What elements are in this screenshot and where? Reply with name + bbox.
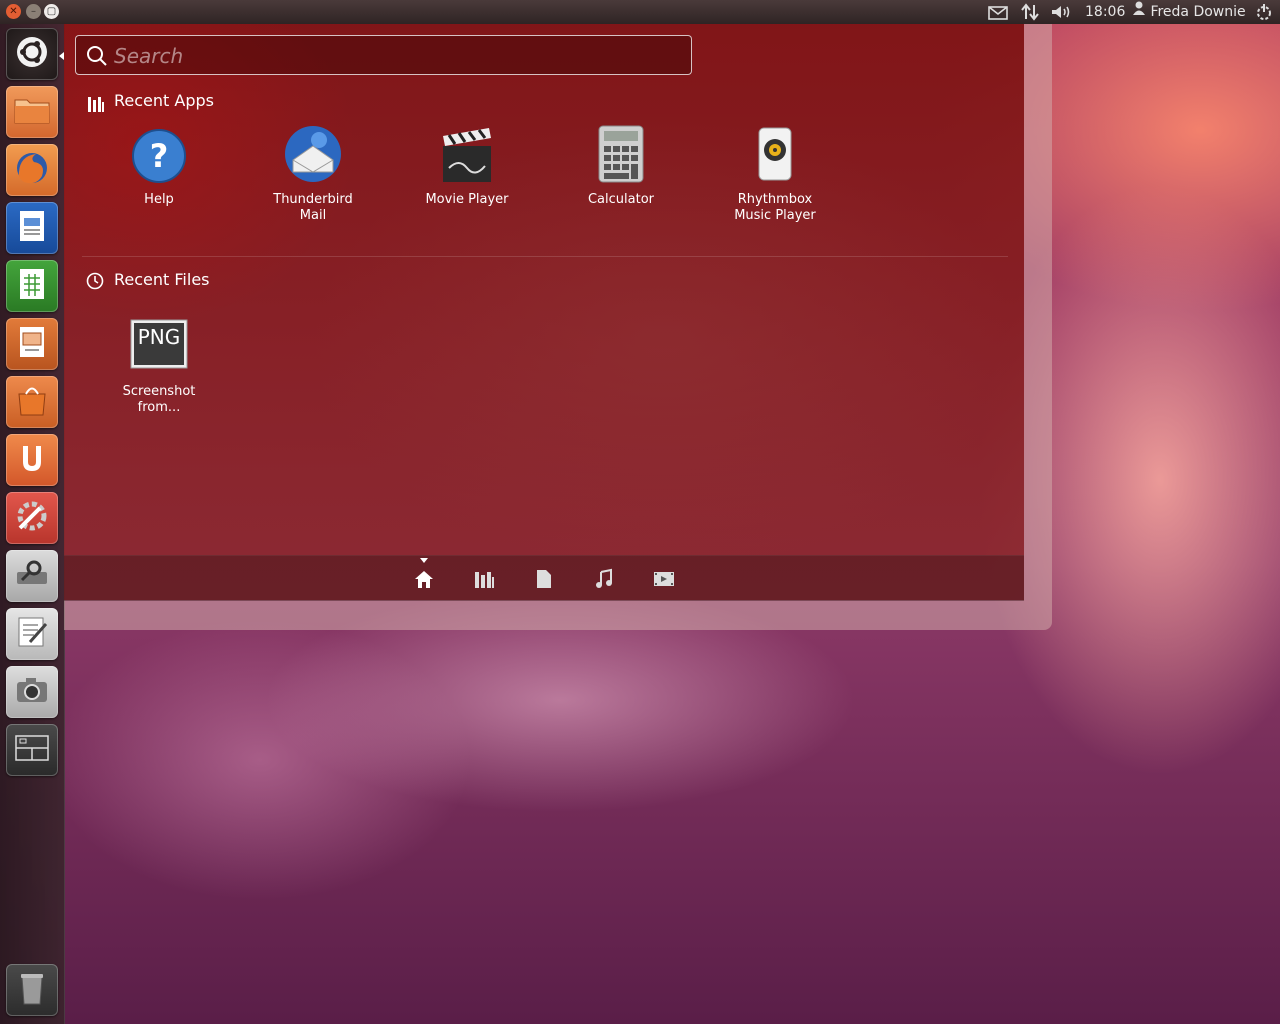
launcher-trash[interactable]	[6, 964, 58, 1016]
shopping-bag-icon	[12, 380, 52, 424]
png-thumb-text: PNG	[137, 325, 181, 349]
thunderbird-icon	[281, 122, 345, 186]
app-tile-help[interactable]: ? Help	[94, 122, 224, 208]
settings-wrench-icon	[12, 496, 52, 540]
close-window-button[interactable]: ✕	[6, 4, 21, 19]
power-gear-icon[interactable]	[1254, 0, 1274, 24]
file-tile-screenshot[interactable]: PNG Screenshot from...	[94, 314, 224, 416]
launcher-impress[interactable]	[6, 318, 58, 370]
app-label: Movie Player	[425, 192, 509, 207]
writer-icon	[12, 206, 52, 250]
trash-icon	[12, 968, 52, 1012]
top-panel: ✕ – ▢ 18:06 Freda Downie	[0, 0, 1280, 24]
launcher-files[interactable]	[6, 86, 58, 138]
app-tile-thunderbird[interactable]: Thunderbird Mail	[248, 122, 378, 224]
disk-utility-icon	[12, 554, 52, 598]
user-icon	[1132, 0, 1146, 24]
launcher-text-editor[interactable]	[6, 608, 58, 660]
file-label-line2: from...	[137, 400, 181, 415]
dash: Recent Apps ? Help Thunderbird Mail Movi…	[64, 24, 1024, 601]
workspace-icon	[12, 728, 52, 772]
envelope-icon[interactable]	[988, 0, 1008, 24]
launcher-workspace-switcher[interactable]	[6, 724, 58, 776]
app-tile-rhythmbox[interactable]: Rhythmbox Music Player	[710, 122, 840, 224]
launcher-system-settings[interactable]	[6, 492, 58, 544]
launcher-writer[interactable]	[6, 202, 58, 254]
search-box[interactable]	[75, 35, 692, 75]
clapperboard-icon	[435, 122, 499, 186]
calc-icon	[12, 264, 52, 308]
app-label-line2: Mail	[299, 208, 327, 223]
file-label: Screenshot	[122, 384, 196, 399]
launcher	[0, 24, 65, 1024]
lens-bar	[64, 555, 1024, 601]
app-tile-movie-player[interactable]: Movie Player	[402, 122, 532, 208]
music-lens-icon[interactable]	[593, 568, 615, 590]
text-editor-icon	[12, 612, 52, 656]
ubuntu-one-icon	[12, 438, 52, 482]
user-name: Freda Downie	[1150, 4, 1246, 20]
app-tile-calculator[interactable]: Calculator	[556, 122, 686, 208]
user-menu[interactable]: Freda Downie	[1132, 0, 1246, 24]
launcher-disk-utility[interactable]	[6, 550, 58, 602]
svg-text:?: ?	[150, 137, 169, 175]
recent-apps-heading: Recent Apps	[114, 91, 214, 110]
launcher-calc[interactable]	[6, 260, 58, 312]
folder-icon	[12, 90, 52, 134]
ubuntu-logo-icon	[12, 32, 52, 76]
camera-icon	[12, 670, 52, 714]
app-label: Thunderbird	[273, 192, 353, 207]
network-arrows-icon[interactable]	[1020, 0, 1040, 24]
files-lens-icon[interactable]	[533, 568, 555, 590]
volume-icon[interactable]	[1050, 0, 1074, 24]
speaker-icon	[743, 122, 807, 186]
calculator-icon	[589, 122, 653, 186]
app-label-line2: Music Player	[734, 208, 816, 223]
video-lens-icon[interactable]	[653, 568, 675, 590]
section-divider	[82, 256, 1008, 257]
app-label: Rhythmbox	[737, 192, 813, 207]
impress-icon	[12, 322, 52, 366]
launcher-firefox[interactable]	[6, 144, 58, 196]
applications-category-icon	[87, 94, 105, 112]
recent-files-heading: Recent Files	[114, 270, 210, 289]
active-lens-indicator	[420, 558, 428, 563]
app-label: Calculator	[587, 192, 654, 207]
applications-lens-icon[interactable]	[473, 568, 495, 590]
help-icon: ?	[127, 122, 191, 186]
firefox-icon	[12, 148, 52, 192]
clock[interactable]: 18:06	[1085, 0, 1125, 24]
minimize-window-button[interactable]: –	[26, 4, 41, 19]
launcher-ubuntu-one[interactable]	[6, 434, 58, 486]
search-icon	[86, 45, 108, 71]
launcher-software-center[interactable]	[6, 376, 58, 428]
app-label: Help	[144, 192, 174, 207]
launcher-camera[interactable]	[6, 666, 58, 718]
clock-icon	[86, 272, 104, 290]
png-file-icon: PNG	[127, 314, 191, 378]
search-input[interactable]	[112, 42, 676, 70]
home-lens-icon[interactable]	[413, 568, 435, 590]
launcher-dash-home[interactable]	[6, 28, 58, 80]
maximize-window-button[interactable]: ▢	[44, 4, 59, 19]
